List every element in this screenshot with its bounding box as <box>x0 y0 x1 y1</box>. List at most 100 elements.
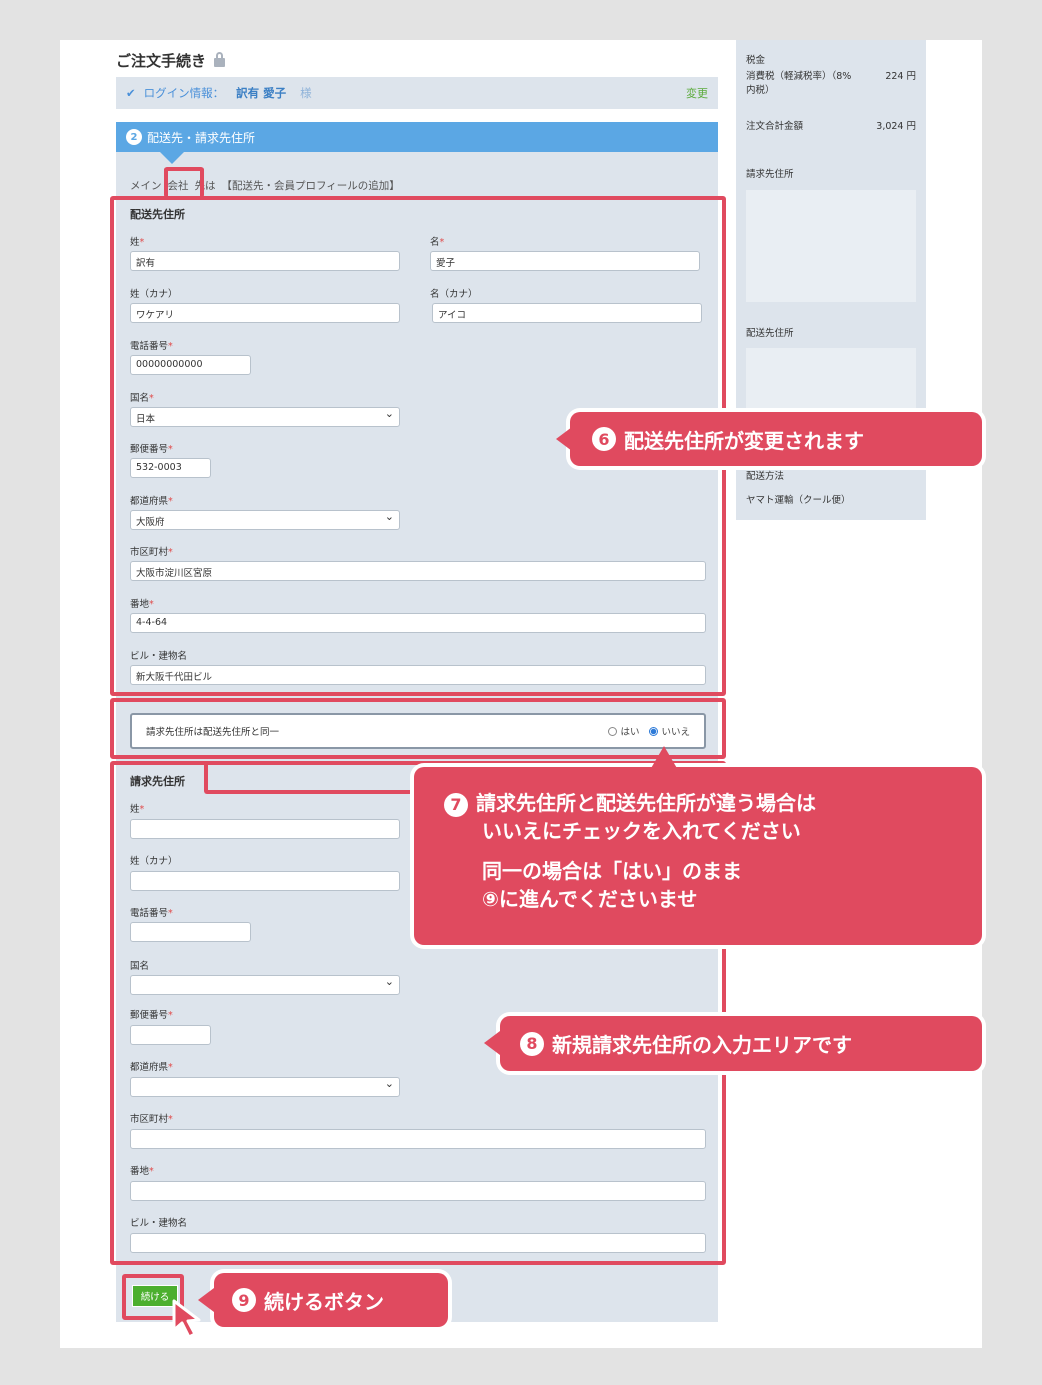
callout-7-line2: いいえにチェックを入れてください <box>482 819 801 843</box>
radio-no-label: いいえ <box>661 727 690 738</box>
radio-yes[interactable]: はい <box>608 724 639 738</box>
required-mark: * <box>149 599 154 610</box>
fee-label: 税金 <box>746 55 766 66</box>
total-row: 注文合計金額 3,024 円 <box>746 118 916 132</box>
billing-address-label-row: 請求先住所 <box>746 166 916 180</box>
label-text: 都道府県 <box>130 1062 169 1073</box>
shipping-phone-input[interactable]: 00000000000 <box>130 355 251 375</box>
page: ご注文手続き ✔ ログイン情報： 訳有 愛子 様 変更 2 配送先・請求先住所 … <box>60 40 982 1348</box>
delivery-method-label-row: 配送方法 <box>746 468 916 482</box>
billing-zip-label: 郵便番号* <box>130 1007 173 1021</box>
radio-yes-circle[interactable] <box>608 727 618 736</box>
label-text: 電話番号 <box>130 908 169 919</box>
page-title-text: ご注文手続き <box>116 52 207 70</box>
callout-8-tail <box>484 1031 500 1055</box>
login-label: ログイン情報： <box>143 86 225 100</box>
shipping-last-kana-label: 姓（カナ） <box>130 289 178 300</box>
total-label: 注文合計金額 <box>746 121 804 132</box>
radio-no-circle[interactable] <box>649 727 659 736</box>
billing-last-name-input[interactable] <box>130 819 400 839</box>
required-mark: * <box>139 237 145 248</box>
tab-main[interactable]: メイン <box>130 178 162 193</box>
radio-no[interactable]: いいえ <box>649 724 690 738</box>
shipping-last-name-input[interactable]: 訳有 <box>130 251 400 271</box>
delivery-method-row: ヤマト運輸（クール便） <box>746 492 916 506</box>
tab-add-profile[interactable]: 【配送先・会員プロフィールの追加】 <box>222 178 400 193</box>
label-text: 姓 <box>130 237 140 248</box>
billing-zip-input[interactable] <box>130 1025 211 1045</box>
step-header: 2 配送先・請求先住所 <box>116 122 718 152</box>
callout-8-number: 8 <box>520 1031 544 1056</box>
login-honorific: 様 <box>300 86 312 100</box>
radio-yes-label: はい <box>620 727 640 738</box>
billing-building-input[interactable] <box>130 1233 706 1253</box>
required-mark: * <box>168 908 173 919</box>
shipping-zip-label: 郵便番号* <box>130 441 173 455</box>
step-label: 配送先・請求先住所 <box>147 130 256 145</box>
required-mark: * <box>168 444 173 455</box>
tax-label: 消費税（軽減税率）（8% 内税） <box>746 71 852 96</box>
required-mark: * <box>149 1166 154 1177</box>
billing-phone-input[interactable] <box>130 922 251 942</box>
required-mark: * <box>168 547 173 558</box>
login-name: 訳有 愛子 <box>236 86 287 100</box>
label-text: 番地 <box>130 599 150 610</box>
billing-country-select[interactable] <box>130 975 400 995</box>
required-mark: * <box>168 1010 173 1021</box>
total-value: 3,024 円 <box>876 121 916 132</box>
shipping-first-name-input[interactable]: 愛子 <box>430 251 700 271</box>
shipping-city-input[interactable]: 大阪市淀川区宮原 <box>130 561 706 581</box>
shipping-country-select[interactable]: 日本 <box>130 407 400 427</box>
required-mark: * <box>168 1114 173 1125</box>
change-login-link[interactable]: 変更 <box>686 85 708 101</box>
shipping-pref-select[interactable]: 大阪府 <box>130 510 400 530</box>
step-arrow <box>160 152 184 164</box>
tab-highlight <box>164 167 204 198</box>
required-mark: * <box>139 804 145 815</box>
callout-9-tail <box>198 1288 214 1312</box>
shipping-building-input[interactable]: 新大阪千代田ビル <box>130 665 706 685</box>
login-info-bar: ✔ ログイン情報： 訳有 愛子 様 変更 <box>116 77 718 109</box>
callout-7-line3: 同一の場合は「はい」のまま <box>482 859 742 883</box>
billing-last-kana-label: 姓（カナ） <box>130 856 178 867</box>
label-text: 郵便番号 <box>130 1010 169 1021</box>
same-address-label: 請求先住所は配送先住所と同一 <box>146 727 280 738</box>
callout-6-tail <box>556 427 572 451</box>
billing-pref-select[interactable] <box>130 1077 400 1097</box>
callout-9-number: 9 <box>232 1288 256 1312</box>
same-address-radios: はい いいえ <box>608 724 690 738</box>
shipping-first-kana-label: 名（カナ） <box>430 289 478 300</box>
callout-9-text: 続けるボタン <box>264 1289 384 1314</box>
label-text: 姓 <box>130 804 140 815</box>
callout-6-text: 配送先住所が変更されます <box>624 428 864 453</box>
billing-tab-connector <box>204 761 424 794</box>
billing-last-kana-input[interactable] <box>130 871 400 891</box>
billing-city-input[interactable] <box>130 1129 706 1149</box>
step-number: 2 <box>126 129 142 145</box>
callout-8-text: 新規請求先住所の入力エリアです <box>552 1033 852 1057</box>
label-text: 市区町村 <box>130 547 169 558</box>
shipping-street-input[interactable]: 4-4-64 <box>130 613 706 633</box>
same-address-option: 請求先住所は配送先住所と同一 はい いいえ <box>130 713 706 749</box>
label-text: 番地 <box>130 1166 150 1177</box>
billing-address-label: 請求先住所 <box>746 169 794 180</box>
billing-city-label: 市区町村* <box>130 1111 173 1125</box>
shipping-zip-input[interactable]: 532-0003 <box>130 458 211 478</box>
required-mark: * <box>439 237 445 248</box>
label-text: 市区町村 <box>130 1114 169 1125</box>
select-value: 日本 <box>136 414 156 425</box>
callout-6: 6 配送先住所が変更されます <box>570 412 982 466</box>
page-title: ご注文手続き <box>116 50 226 71</box>
callout-7-number: 7 <box>444 792 468 817</box>
billing-street-input[interactable] <box>130 1181 706 1201</box>
shipping-last-kana-input[interactable]: ワケアリ <box>130 303 400 323</box>
callout-7-line4: ⑨に進んでくださいませ <box>482 887 698 911</box>
check-icon: ✔ <box>126 86 136 100</box>
shipping-country-label: 国名* <box>130 390 154 404</box>
shipping-phone-label: 電話番号* <box>130 338 173 352</box>
select-value: 大阪府 <box>136 517 165 528</box>
shipping-first-kana-input[interactable]: アイコ <box>432 303 702 323</box>
shipping-last-name-label: 姓* <box>130 234 144 248</box>
billing-section-title: 請求先住所 <box>130 775 185 788</box>
fee-row: 税金 <box>746 52 916 66</box>
